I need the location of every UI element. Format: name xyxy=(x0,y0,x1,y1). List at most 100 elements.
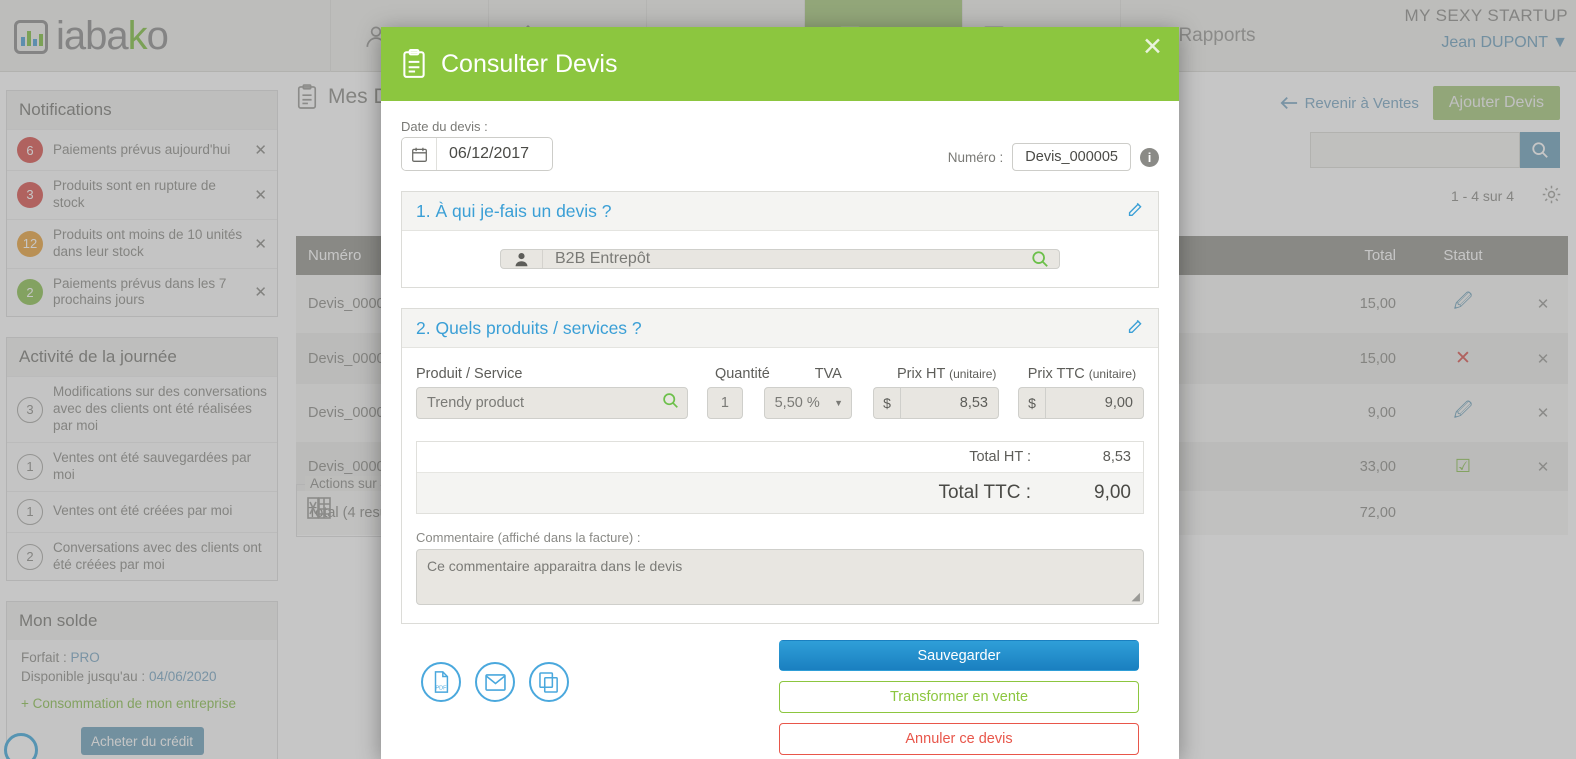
transform-to-sale-button[interactable]: Transformer en vente xyxy=(779,681,1139,713)
section-products: 2. Quels produits / services ? Produit /… xyxy=(401,308,1159,624)
header-prix-ht: Prix HT (unitaire) xyxy=(885,366,1009,382)
duplicate-icon[interactable] xyxy=(529,662,569,702)
resize-grip-icon[interactable]: ◢ xyxy=(1132,590,1140,603)
settings-gear-icon[interactable] xyxy=(1541,184,1562,211)
col-statut[interactable]: Statut xyxy=(1408,236,1518,275)
balance-panel: Mon solde Forfait : PRO Disponible jusqu… xyxy=(6,601,278,759)
status-badge[interactable]: ☑ xyxy=(1408,442,1518,491)
sidebar: Notifications 6 Paiements prévus aujourd… xyxy=(6,90,278,759)
search-icon xyxy=(1532,142,1548,158)
list-item[interactable]: 6 Paiements prévus aujourd'hui ✕ xyxy=(7,129,277,170)
client-input[interactable]: B2B Entrepôt xyxy=(500,249,1060,269)
close-icon: ✕ xyxy=(1536,350,1550,368)
status-badge[interactable]: 🖉 xyxy=(1408,384,1518,442)
tva-value: 5,50 % xyxy=(774,395,820,411)
notification-text: Paiements prévus aujourd'hui xyxy=(53,141,231,157)
close-icon[interactable]: ✕ xyxy=(254,235,267,253)
activity-text: Ventes ont été sauvegardées par moi xyxy=(53,449,252,482)
prix-ht-field[interactable]: $ 8,53 xyxy=(873,387,999,419)
close-icon[interactable]: ✕ xyxy=(254,283,267,301)
search-icon[interactable] xyxy=(1021,250,1059,268)
header-prix-ttc: Prix TTC (unitaire) xyxy=(1020,366,1144,382)
comment-textarea[interactable]: Ce commentaire apparaitra dans le devis … xyxy=(416,549,1144,605)
prix-ttc-field[interactable]: $ 9,00 xyxy=(1018,387,1144,419)
date-value: 06/12/2017 xyxy=(436,138,552,170)
arrow-left-icon xyxy=(1280,96,1297,110)
close-modal-button[interactable]: ✕ xyxy=(1142,35,1163,60)
edit-status-icon: 🖉 xyxy=(1453,400,1473,420)
close-icon: ✕ xyxy=(1536,296,1550,313)
section-client: 1. À qui je-fais un devis ? B2B Entrepôt xyxy=(401,191,1159,288)
list-item[interactable]: 2 Paiements prévus dans les 7 prochains … xyxy=(7,267,277,317)
currency-symbol-ttc: $ xyxy=(1018,387,1045,419)
edit-pencil-icon[interactable] xyxy=(1127,317,1144,339)
footer-total: 72,00 xyxy=(1258,491,1408,535)
export-excel-icon[interactable] xyxy=(307,495,331,521)
delete-row-button[interactable]: ✕ xyxy=(1518,333,1568,384)
info-icon[interactable]: i xyxy=(1140,147,1159,167)
numero-input[interactable]: Devis_000005 xyxy=(1012,143,1131,171)
notifications-panel: Notifications 6 Paiements prévus aujourd… xyxy=(6,90,278,318)
cancel-quote-button[interactable]: Annuler ce devis xyxy=(779,723,1139,755)
list-item[interactable]: 3 Produits sont en rupture de stock ✕ xyxy=(7,170,277,219)
delete-row-button[interactable]: ✕ xyxy=(1518,384,1568,442)
product-name-input[interactable]: Trendy product xyxy=(416,387,689,419)
add-quote-button[interactable]: Ajouter Devis xyxy=(1432,86,1560,120)
col-total[interactable]: Total xyxy=(1258,236,1408,275)
user-menu[interactable]: Jean DUPONT ▼ xyxy=(1405,34,1568,52)
done-status-icon: ☑ xyxy=(1454,456,1472,476)
header-prix-ht-sub: (unitaire) xyxy=(949,367,997,381)
search-button[interactable] xyxy=(1520,132,1560,168)
modal-title: Consulter Devis xyxy=(441,49,618,78)
products-column-headers: Produit / Service Quantité TVA Prix HT (… xyxy=(416,366,1144,382)
notification-count: 6 xyxy=(17,137,43,163)
tva-select[interactable]: 5,50 % ▼ xyxy=(763,387,852,419)
close-icon[interactable]: ✕ xyxy=(254,141,267,159)
notification-text: Produits ont moins de 10 unités dans leu… xyxy=(53,226,243,259)
back-to-sales-link[interactable]: Revenir à Ventes xyxy=(1280,95,1419,112)
help-bubble-icon[interactable] xyxy=(4,733,38,759)
until-value: 04/06/2020 xyxy=(148,669,217,685)
date-input[interactable]: 06/12/2017 xyxy=(401,137,553,171)
delete-row-button[interactable]: ✕ xyxy=(1518,442,1568,491)
date-number-row: Date du devis : 06/12/2017 Numéro : Devi… xyxy=(401,119,1159,171)
modal-header: Consulter Devis ✕ xyxy=(381,27,1179,101)
activity-title: Activité de la journée xyxy=(7,338,277,377)
app-logo[interactable]: iabako xyxy=(14,14,169,59)
totals-box: Total HT : 8,53 Total TTC : 9,00 xyxy=(416,441,1144,514)
search-input[interactable] xyxy=(1310,132,1520,168)
plan-value: PRO xyxy=(70,650,100,666)
numero-box: Numéro : Devis_000005 i xyxy=(948,143,1159,171)
page-actions: Revenir à Ventes Ajouter Devis xyxy=(1280,86,1560,120)
person-icon xyxy=(501,250,543,268)
activity-panel: Activité de la journée 3 Modifications s… xyxy=(6,337,278,582)
buy-credit-button[interactable]: Acheter du crédit xyxy=(80,727,204,756)
cell-total: 9,00 xyxy=(1258,384,1408,442)
save-button[interactable]: Sauvegarder xyxy=(779,640,1139,671)
close-icon: ✕ xyxy=(1536,458,1550,476)
edit-pencil-icon[interactable] xyxy=(1127,200,1144,222)
modal-footer: PDF Sauvegarder Transformer en vente Ann… xyxy=(401,624,1159,759)
consumption-link[interactable]: + Consommation de mon entreprise xyxy=(21,696,263,711)
total-ht-value: 8,53 xyxy=(1102,449,1131,465)
quantity-input[interactable]: 1 xyxy=(707,387,743,419)
date-label: Date du devis : xyxy=(401,119,488,134)
col-actions xyxy=(1518,236,1568,275)
pdf-icon[interactable]: PDF xyxy=(421,662,461,702)
search-icon[interactable] xyxy=(662,392,679,414)
comment-label: Commentaire (affiché dans la facture) : xyxy=(416,530,641,545)
list-item[interactable]: 12 Produits ont moins de 10 unités dans … xyxy=(7,218,277,268)
header-prix-ttc-main: Prix TTC xyxy=(1027,366,1085,382)
activity-text: Modifications sur des conversations avec… xyxy=(53,384,267,433)
close-icon[interactable]: ✕ xyxy=(254,186,267,204)
delete-row-button[interactable]: ✕ xyxy=(1518,275,1568,333)
activity-count: 2 xyxy=(17,543,43,570)
status-badge[interactable]: 🖉 xyxy=(1408,275,1518,333)
activity-text: Conversations avec des clients ont été c… xyxy=(53,539,262,572)
modal-action-buttons: Sauvegarder Transformer en vente Annuler… xyxy=(779,640,1139,755)
calendar-icon[interactable] xyxy=(402,138,436,170)
total-ttc-value: 9,00 xyxy=(1094,482,1131,503)
list-item: 1 Ventes ont été sauvegardées par moi xyxy=(7,441,277,491)
status-badge[interactable]: ✕ xyxy=(1408,333,1518,384)
email-icon[interactable] xyxy=(475,662,515,702)
